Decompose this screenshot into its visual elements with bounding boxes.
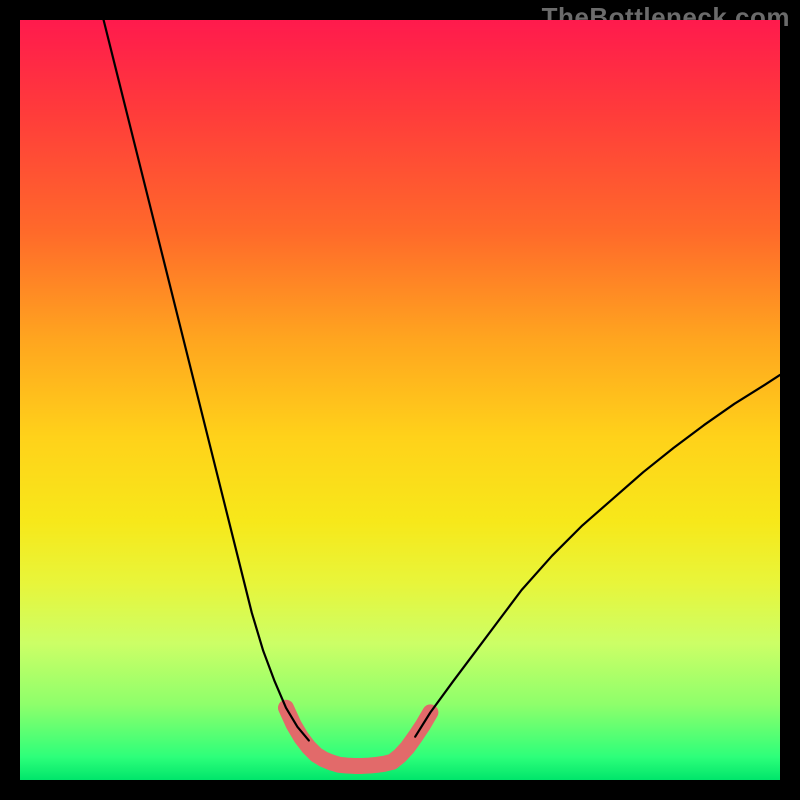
curve-layer: [20, 20, 780, 780]
left-bottleneck-curve: [104, 20, 309, 740]
right-bottleneck-curve: [415, 375, 780, 737]
trough-marker: [332, 762, 393, 766]
chart-frame: TheBottleneck.com: [0, 0, 800, 800]
gradient-plot-area: [20, 20, 780, 780]
left-marker-segment: [286, 708, 332, 763]
